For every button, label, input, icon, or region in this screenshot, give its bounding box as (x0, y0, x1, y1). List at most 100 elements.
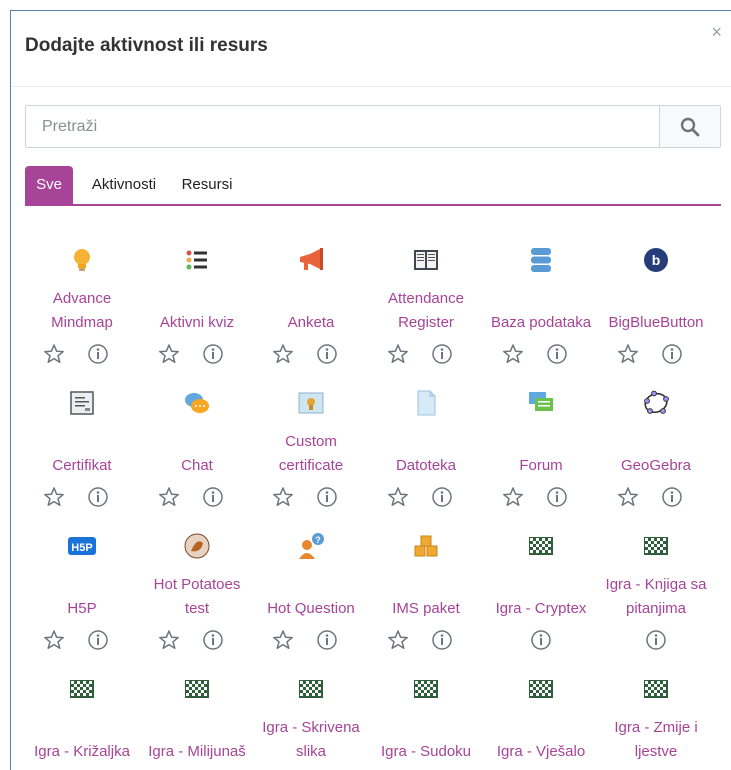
activity-geogebra[interactable]: GeoGebra (599, 382, 713, 512)
activity-bigbluebutton[interactable]: b BigBlueButton (599, 239, 713, 369)
book-icon (411, 245, 441, 275)
activity-aktivni-kviz[interactable]: Aktivni kviz (140, 239, 254, 369)
activity-label[interactable]: Igra - Skrivena slika (254, 712, 368, 764)
activity-label[interactable]: IMS paket (369, 569, 483, 621)
star-icon[interactable] (272, 629, 294, 651)
info-icon[interactable] (661, 343, 683, 365)
star-icon[interactable] (158, 486, 180, 508)
activity-label[interactable]: Custom certificate (254, 426, 368, 478)
info-icon[interactable] (316, 629, 338, 651)
activity-label[interactable]: Aktivni kviz (140, 283, 254, 335)
activity-igra-sudoku[interactable]: Igra - Sudoku (369, 668, 483, 770)
star-icon[interactable] (387, 343, 409, 365)
star-icon[interactable] (158, 629, 180, 651)
search-input[interactable] (26, 106, 660, 147)
activity-label[interactable]: Igra - Vješalo (484, 712, 598, 764)
activity-datoteka[interactable]: Datoteka (369, 382, 483, 512)
activity-hot-potatoes-test[interactable]: Hot Potatoes test (140, 525, 254, 655)
geogebra-icon (641, 388, 671, 418)
close-button[interactable]: × (711, 23, 722, 41)
activity-label[interactable]: GeoGebra (599, 426, 713, 478)
info-icon[interactable] (530, 629, 552, 651)
activity-ims-paket[interactable]: IMS paket (369, 525, 483, 655)
tab-all[interactable]: Sve (25, 166, 73, 204)
chat-icon (182, 388, 212, 418)
activity-label[interactable]: Forum (484, 426, 598, 478)
star-icon[interactable] (387, 486, 409, 508)
search-button[interactable] (659, 106, 720, 147)
info-icon[interactable] (546, 486, 568, 508)
activity-label[interactable]: Igra - Zmije i ljestve (599, 712, 713, 764)
activity-label[interactable]: Igra - Sudoku (369, 712, 483, 764)
activity-label-text: Igra - Sudoku (380, 743, 472, 760)
game-icon (296, 674, 326, 704)
star-icon[interactable] (43, 486, 65, 508)
activity-label[interactable]: Hot Question (254, 569, 368, 621)
activity-label[interactable]: Baza podataka (484, 283, 598, 335)
info-icon[interactable] (431, 629, 453, 651)
star-icon[interactable] (617, 343, 639, 365)
activity-label[interactable]: Igra - Križaljka (25, 712, 139, 764)
activity-custom-certificate[interactable]: Custom certificate (254, 382, 368, 512)
info-icon[interactable] (87, 486, 109, 508)
star-icon[interactable] (272, 343, 294, 365)
info-icon[interactable] (645, 629, 667, 651)
activity-label[interactable]: Igra - Milijunaš (140, 712, 254, 764)
star-icon[interactable] (502, 343, 524, 365)
info-icon[interactable] (431, 343, 453, 365)
star-icon[interactable] (43, 343, 65, 365)
activity-certifikat[interactable]: Certifikat (25, 382, 139, 512)
activity-label[interactable]: Chat (140, 426, 254, 478)
star-icon[interactable] (43, 629, 65, 651)
activity-igra-zmije-i-ljestve[interactable]: Igra - Zmije i ljestve (599, 668, 713, 770)
info-icon[interactable] (202, 343, 224, 365)
activity-baza-podataka[interactable]: Baza podataka (484, 239, 598, 369)
info-icon[interactable] (316, 343, 338, 365)
activity-label[interactable]: Anketa (254, 283, 368, 335)
star-icon[interactable] (617, 486, 639, 508)
activity-label-text: Certifikat (52, 457, 112, 474)
search-icon (680, 117, 700, 137)
activity-label[interactable]: Hot Potatoes test (140, 569, 254, 621)
activity-label[interactable]: Datoteka (369, 426, 483, 478)
activity-chat[interactable]: Chat (140, 382, 254, 512)
star-icon[interactable] (387, 629, 409, 651)
activity-igra-knjiga-sa-pitanjima[interactable]: Igra - Knjiga sa pitanjima (599, 525, 713, 655)
star-icon[interactable] (158, 343, 180, 365)
activity-h5p[interactable]: H5P H5P (25, 525, 139, 655)
info-icon[interactable] (202, 629, 224, 651)
star-icon[interactable] (272, 486, 294, 508)
activity-hot-question[interactable]: ? Hot Question (254, 525, 368, 655)
tab-resources[interactable]: Resursi (175, 166, 239, 204)
activity-label[interactable]: BigBlueButton (599, 283, 713, 335)
game-icon (641, 674, 671, 704)
info-icon[interactable] (546, 343, 568, 365)
activity-anketa[interactable]: Anketa (254, 239, 368, 369)
activity-igra-cryptex[interactable]: Igra - Cryptex (484, 525, 598, 655)
activity-igra-vje-alo[interactable]: Igra - Vješalo (484, 668, 598, 770)
tab-activities[interactable]: Aktivnosti (83, 166, 165, 204)
activity-advance-mindmap[interactable]: Advance Mindmap (25, 239, 139, 369)
activity-label[interactable]: Igra - Knjiga sa pitanjima (599, 569, 713, 621)
activity-forum[interactable]: Forum (484, 382, 598, 512)
activity-label-text: Igra - Knjiga sa pitanjima (605, 576, 707, 617)
activity-label[interactable]: Attendance Register (369, 283, 483, 335)
info-icon[interactable] (87, 343, 109, 365)
activity-label[interactable]: Advance Mindmap (25, 283, 139, 335)
activity-label[interactable]: Certifikat (25, 426, 139, 478)
info-icon[interactable] (87, 629, 109, 651)
activity-igra-skrivena-slika[interactable]: Igra - Skrivena slika (254, 668, 368, 770)
activity-label[interactable]: Igra - Cryptex (484, 569, 598, 621)
star-icon[interactable] (502, 486, 524, 508)
activity-label[interactable]: H5P (25, 569, 139, 621)
info-icon[interactable] (202, 486, 224, 508)
activity-igra-milijuna[interactable]: Igra - Milijunaš (140, 668, 254, 770)
activity-igra-kri-aljka[interactable]: Igra - Križaljka (25, 668, 139, 770)
activity-label-text: H5P (67, 600, 97, 617)
info-icon[interactable] (661, 486, 683, 508)
info-icon[interactable] (316, 486, 338, 508)
info-icon[interactable] (431, 486, 453, 508)
activity-attendance-register[interactable]: Attendance Register (369, 239, 483, 369)
hotpot-icon (182, 531, 212, 561)
activity-label-text: Igra - Milijunaš (148, 743, 246, 760)
